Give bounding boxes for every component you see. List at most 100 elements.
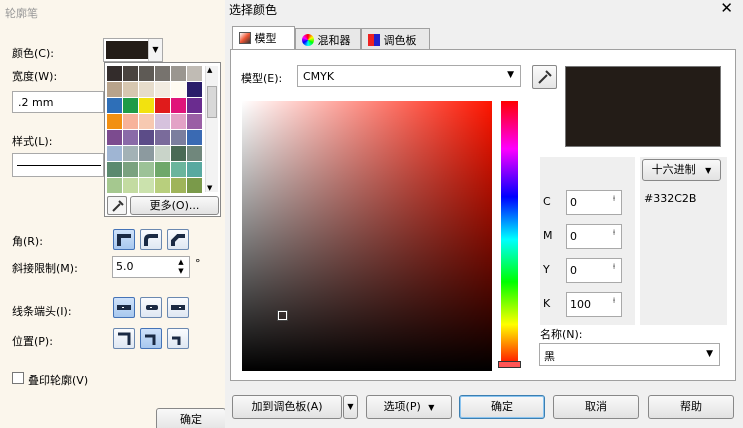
spinner-icon[interactable]: ⍿ — [609, 228, 619, 245]
color-swatch[interactable] — [155, 114, 170, 129]
color-picker-combo[interactable]: ▼ — [103, 38, 163, 62]
more-colors-button[interactable]: 更多(O)... — [130, 196, 219, 215]
tab-mixer[interactable]: 混和器 — [295, 28, 361, 49]
corner-miter-button[interactable] — [113, 229, 135, 250]
color-swatch[interactable] — [187, 162, 202, 177]
color-swatch[interactable] — [171, 146, 186, 161]
corner-round-button[interactable] — [140, 229, 162, 250]
color-swatch[interactable] — [107, 114, 122, 129]
width-label: 宽度(W): — [12, 70, 58, 83]
color-swatch[interactable] — [155, 130, 170, 145]
chevron-down-icon[interactable]: ▼ — [148, 39, 162, 61]
color-swatch[interactable] — [123, 146, 138, 161]
color-swatch[interactable] — [107, 130, 122, 145]
cmyk-input[interactable]: 0 ⍿ — [566, 258, 622, 283]
scroll-thumb[interactable] — [207, 86, 217, 118]
color-swatch[interactable] — [187, 130, 202, 145]
position-center-button[interactable] — [140, 328, 162, 349]
add-to-palette-button[interactable]: 加到调色板(A) — [232, 395, 342, 419]
color-swatch[interactable] — [155, 66, 170, 81]
chevron-down-icon[interactable]: ▼ — [706, 349, 713, 359]
help-button[interactable]: 帮助 — [648, 395, 734, 419]
color-swatch[interactable] — [139, 66, 154, 81]
close-icon[interactable]: ✕ — [720, 0, 733, 17]
color-swatch[interactable] — [171, 98, 186, 113]
cap-square-button[interactable] — [167, 297, 189, 318]
spinner-icon[interactable]: ⍿ — [609, 262, 619, 279]
color-swatch[interactable] — [123, 114, 138, 129]
cancel-button[interactable]: 取消 — [553, 395, 639, 419]
tab-palette[interactable]: 调色板 — [361, 28, 430, 49]
spinner-icon[interactable]: ⍿ — [609, 194, 619, 211]
options-button[interactable]: 选项(P) ▼ — [366, 395, 452, 419]
color-swatch[interactable] — [187, 178, 202, 193]
color-swatch[interactable] — [155, 162, 170, 177]
corner-bevel-button[interactable] — [167, 229, 189, 250]
color-swatch[interactable] — [155, 82, 170, 97]
color-swatch[interactable] — [123, 66, 138, 81]
color-swatch[interactable] — [155, 178, 170, 193]
color-swatch[interactable] — [171, 114, 186, 129]
color-swatch[interactable] — [107, 146, 122, 161]
eyedropper-button[interactable] — [532, 65, 557, 89]
overprint-checkbox[interactable] — [12, 372, 24, 384]
scroll-up-icon[interactable]: ▲ — [207, 66, 212, 74]
miter-limit-input[interactable]: 5.0 ▲ ▼ — [112, 256, 190, 278]
color-swatch[interactable] — [107, 162, 122, 177]
color-swatch[interactable] — [139, 162, 154, 177]
cmyk-input[interactable]: 0 ⍿ — [566, 224, 622, 249]
color-swatch[interactable] — [187, 98, 202, 113]
color-swatch[interactable] — [171, 178, 186, 193]
width-combo[interactable]: .2 mm — [12, 91, 104, 113]
ok-button[interactable]: 确定 — [459, 395, 545, 419]
color-swatch[interactable] — [123, 98, 138, 113]
color-field-cursor[interactable] — [277, 310, 288, 321]
spinner-icon[interactable]: ▲ ▼ — [174, 258, 188, 276]
color-field[interactable] — [242, 101, 492, 371]
cmyk-input[interactable]: 100 ⍿ — [566, 292, 622, 317]
outline-ok-button[interactable]: 确定 — [156, 408, 226, 428]
color-swatch[interactable] — [107, 178, 122, 193]
color-swatch[interactable] — [187, 66, 202, 81]
style-combo[interactable] — [12, 153, 104, 177]
hue-slider[interactable] — [501, 101, 518, 367]
color-swatch[interactable] — [139, 114, 154, 129]
color-swatch[interactable] — [139, 146, 154, 161]
color-swatch[interactable] — [187, 146, 202, 161]
color-swatch[interactable] — [107, 82, 122, 97]
color-swatch[interactable] — [139, 130, 154, 145]
tab-model[interactable]: 模型 — [232, 26, 295, 49]
cap-butt-button[interactable] — [113, 297, 135, 318]
color-swatch[interactable] — [171, 82, 186, 97]
cmyk-input[interactable]: 0 ⍿ — [566, 190, 622, 215]
color-swatch[interactable] — [171, 130, 186, 145]
color-swatch[interactable] — [139, 98, 154, 113]
color-swatch[interactable] — [123, 82, 138, 97]
hue-slider-thumb[interactable] — [498, 361, 521, 368]
hex-mode-dropdown[interactable]: 十六进制 ▼ — [642, 159, 721, 181]
color-swatch[interactable] — [123, 162, 138, 177]
color-swatch[interactable] — [107, 98, 122, 113]
chevron-down-icon[interactable]: ▼ — [507, 70, 514, 80]
color-swatch[interactable] — [106, 65, 123, 82]
cap-round-button[interactable] — [140, 297, 162, 318]
color-swatch[interactable] — [187, 114, 202, 129]
scroll-down-icon[interactable]: ▼ — [207, 184, 212, 192]
color-swatch[interactable] — [171, 66, 186, 81]
color-swatch[interactable] — [171, 162, 186, 177]
color-swatch[interactable] — [155, 146, 170, 161]
position-inside-button[interactable] — [167, 328, 189, 349]
position-outside-button[interactable] — [113, 328, 135, 349]
color-swatch[interactable] — [155, 98, 170, 113]
add-palette-dropdown-icon[interactable]: ▼ — [343, 395, 358, 419]
name-select[interactable]: 黑 ▼ — [539, 343, 720, 366]
color-swatch[interactable] — [187, 82, 202, 97]
eyedropper-button[interactable] — [107, 196, 127, 215]
color-swatch[interactable] — [139, 178, 154, 193]
model-select[interactable]: CMYK ▼ — [297, 65, 521, 87]
spinner-icon[interactable]: ⍿ — [609, 296, 619, 313]
palette-scrollbar[interactable]: ▲ ▼ — [205, 66, 218, 192]
color-swatch[interactable] — [123, 178, 138, 193]
color-swatch[interactable] — [123, 130, 138, 145]
color-swatch[interactable] — [139, 82, 154, 97]
